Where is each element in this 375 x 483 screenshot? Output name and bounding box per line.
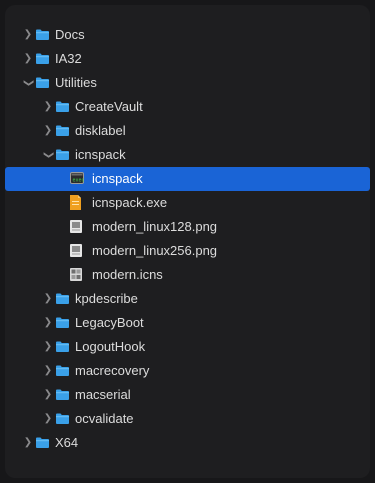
tree-row-label: macrecovery [75, 363, 150, 378]
chevron-right-icon[interactable]: ❯ [43, 119, 53, 143]
folder-icon [56, 101, 69, 112]
folder-icon [56, 365, 69, 376]
chevron-right-icon[interactable]: ❯ [43, 287, 53, 311]
folder-icon [56, 125, 69, 136]
folder-icon [36, 53, 49, 64]
tree-row-ocvalidate[interactable]: ❯ ocvalidate [5, 407, 370, 431]
tree-row-icnspack-exe[interactable]: icnspack.exe [5, 191, 370, 215]
tree-row-modern-linux128[interactable]: modern_linux128.png [5, 215, 370, 239]
tree-row-label: ocvalidate [75, 411, 134, 426]
tree-row-logouthook[interactable]: ❯ LogoutHook [5, 335, 370, 359]
tree-row-icnspack-executable[interactable]: exec icnspack [5, 167, 370, 191]
folder-icon [36, 437, 49, 448]
chevron-right-icon[interactable]: ❯ [43, 359, 53, 383]
tree-row-label: disklabel [75, 123, 126, 138]
tree-row-macrecovery[interactable]: ❯ macrecovery [5, 359, 370, 383]
tree-row-label: X64 [55, 435, 79, 450]
folder-icon [56, 341, 69, 352]
tree-row-label: modern.icns [92, 267, 163, 282]
chevron-right-icon[interactable]: ❯ [43, 335, 53, 359]
folder-icon [56, 293, 69, 304]
tree-row-legacyboot[interactable]: ❯ LegacyBoot [5, 311, 370, 335]
tree-row-label: Docs [55, 27, 85, 42]
tree-row-createvault[interactable]: ❯ CreateVault [5, 95, 370, 119]
tree-row-docs[interactable]: ❯ Docs [5, 23, 370, 47]
tree-row-label: modern_linux128.png [92, 219, 218, 234]
tree-row-kpdescribe[interactable]: ❯ kpdescribe [5, 287, 370, 311]
folder-icon [56, 413, 69, 424]
svg-text:exec: exec [73, 178, 85, 184]
chevron-right-icon[interactable]: ❯ [43, 311, 53, 335]
tree-row-label: LogoutHook [75, 339, 146, 354]
file-tree: ❯ Docs ❯ IA32 ❯ Utilities ❯ CreateVault … [5, 23, 370, 455]
image-file-icon [70, 220, 83, 233]
chevron-right-icon[interactable]: ❯ [43, 407, 53, 431]
executable-icon: exec [70, 172, 85, 184]
folder-icon [56, 389, 69, 400]
tree-row-utilities[interactable]: ❯ Utilities [5, 71, 370, 95]
folder-icon [56, 317, 69, 328]
tree-row-label: CreateVault [75, 99, 143, 114]
tree-row-modern-icns[interactable]: modern.icns [5, 263, 370, 287]
tree-row-label: IA32 [55, 51, 82, 66]
tree-row-macserial[interactable]: ❯ macserial [5, 383, 370, 407]
tree-row-x64[interactable]: ❯ X64 [5, 431, 370, 455]
tree-row-ia32[interactable]: ❯ IA32 [5, 47, 370, 71]
chevron-right-icon[interactable]: ❯ [43, 95, 53, 119]
chevron-right-icon[interactable]: ❯ [23, 23, 33, 47]
tree-row-modern-linux256[interactable]: modern_linux256.png [5, 239, 370, 263]
tree-row-label: LegacyBoot [75, 315, 144, 330]
tree-row-label: macserial [75, 387, 131, 402]
tree-row-label: icnspack [75, 147, 126, 162]
tree-row-label: kpdescribe [75, 291, 138, 306]
folder-icon [36, 29, 49, 40]
exe-file-icon [70, 195, 83, 210]
tree-row-label: icnspack.exe [92, 195, 168, 210]
chevron-right-icon[interactable]: ❯ [43, 383, 53, 407]
tree-row-label: modern_linux256.png [92, 243, 218, 258]
icns-file-icon [70, 268, 83, 281]
chevron-right-icon[interactable]: ❯ [23, 47, 33, 71]
folder-icon [56, 149, 69, 160]
tree-row-label: icnspack [92, 171, 143, 186]
chevron-right-icon[interactable]: ❯ [23, 431, 33, 455]
tree-row-label: Utilities [55, 75, 97, 90]
finder-list-panel: ❯ Docs ❯ IA32 ❯ Utilities ❯ CreateVault … [5, 5, 370, 478]
tree-row-icnspack-folder[interactable]: ❯ icnspack [5, 143, 370, 167]
folder-icon [36, 77, 49, 88]
image-file-icon [70, 244, 83, 257]
tree-row-disklabel[interactable]: ❯ disklabel [5, 119, 370, 143]
